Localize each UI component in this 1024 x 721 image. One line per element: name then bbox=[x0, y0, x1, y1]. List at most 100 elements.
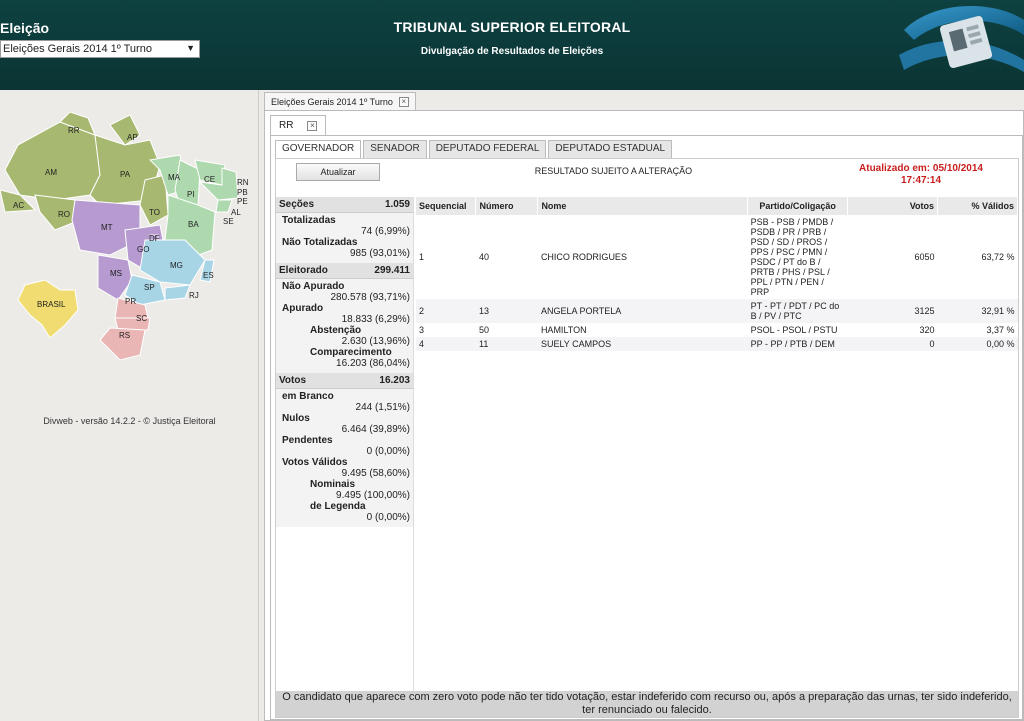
brasil-label: BRASIL bbox=[37, 300, 66, 309]
col-votos[interactable]: Votos bbox=[847, 197, 939, 215]
version-info: Divweb - versão 14.2.2 - © Justiça Eleit… bbox=[43, 416, 216, 426]
eleitorado-body: Não Apurado 280.578 (93,71%) Apurado 18.… bbox=[276, 279, 413, 373]
cell-votes: 0 bbox=[847, 337, 938, 351]
brazil-map[interactable]: RR AP AM PA MA CE RN PB PE AL SE PI AC R… bbox=[0, 100, 259, 450]
cell-votes: 6050 bbox=[914, 252, 935, 262]
state-am[interactable] bbox=[4, 121, 101, 201]
svg-text:GO: GO bbox=[137, 245, 149, 254]
svg-text:MG: MG bbox=[170, 261, 183, 270]
tab-deputado-estadual[interactable]: DEPUTADO ESTADUAL bbox=[548, 140, 673, 158]
tab-election[interactable]: Eleições Gerais 2014 1º Turno × bbox=[264, 92, 416, 110]
svg-text:MT: MT bbox=[101, 223, 113, 232]
apurado-label: Apurado bbox=[282, 303, 324, 314]
svg-text:AC: AC bbox=[13, 201, 24, 210]
cell-party: PSOL - PSOL / PSTU bbox=[750, 325, 838, 335]
page-subtitle: Divulgação de Resultados de Eleições bbox=[420, 46, 604, 57]
updated-time: 17:47:14 bbox=[900, 175, 942, 186]
close-icon[interactable]: × bbox=[307, 120, 318, 131]
table-row[interactable]: 1 40 CHICO RODRIGUES PSB - PSB / PMDB / … bbox=[416, 215, 1018, 299]
cell-seq: 2 bbox=[416, 299, 476, 323]
pendentes-label: Pendentes bbox=[282, 435, 333, 446]
svg-text:PB: PB bbox=[237, 188, 248, 197]
svg-text:PA: PA bbox=[120, 170, 131, 179]
validos-label: Votos Válidos bbox=[282, 457, 348, 468]
tab-state-label: RR bbox=[279, 120, 294, 131]
tab-governador[interactable]: GOVERNADOR bbox=[275, 140, 362, 158]
col-sequencial[interactable]: Sequencial bbox=[416, 197, 477, 215]
nao-apurado-label: Não Apurado bbox=[282, 281, 345, 292]
nulos-label: Nulos bbox=[282, 413, 310, 424]
state-rj[interactable] bbox=[164, 284, 191, 301]
cell-num: 11 bbox=[475, 337, 538, 351]
table-row[interactable]: 2 13 ANGELA PORTELA PT - PT / PDT / PC d… bbox=[416, 299, 1018, 323]
cell-seq: 3 bbox=[419, 325, 425, 335]
status-notice: RESULTADO SUJEITO A ALTERAÇÃO bbox=[534, 166, 693, 176]
table-header-row: Sequencial Número Nome Partido/Coligação… bbox=[416, 197, 1018, 215]
cell-num: 50 bbox=[478, 325, 489, 335]
results-table-wrap: Sequencial Número Nome Partido/Coligação… bbox=[416, 197, 1018, 351]
svg-text:ES: ES bbox=[203, 271, 214, 280]
col-pct-validos[interactable]: % Válidos bbox=[937, 197, 1018, 215]
cell-name: SUELY CAMPOS bbox=[537, 337, 748, 351]
cell-name: ANGELA PORTELA bbox=[537, 299, 748, 323]
brasil-button[interactable] bbox=[17, 279, 79, 339]
nulos-value: 6.464 (39,89%) bbox=[341, 424, 410, 435]
svg-text:MS: MS bbox=[110, 269, 122, 278]
svg-text:SP: SP bbox=[144, 283, 155, 292]
totalizadas-value: 74 (6,99%) bbox=[361, 226, 410, 237]
svg-text:BA: BA bbox=[188, 220, 199, 229]
header: Eleição Eleições Gerais 2014 1º Turno ▼ … bbox=[0, 0, 1024, 90]
left-panel: RR AP AM PA MA CE RN PB PE AL SE PI AC R… bbox=[0, 90, 259, 721]
svg-text:DF: DF bbox=[149, 234, 160, 243]
ballot-box-logo-icon bbox=[894, 0, 1024, 90]
nao-totalizadas-value: 985 (93,01%) bbox=[349, 248, 410, 259]
svg-text:SC: SC bbox=[136, 314, 147, 323]
cell-party: PP - PP / PTB / DEM bbox=[747, 337, 848, 351]
main-area: Eleições Gerais 2014 1º Turno × RR × GOV… bbox=[260, 90, 1024, 721]
pendentes-value: 0 (0,00%) bbox=[366, 446, 410, 457]
cell-votes: 320 bbox=[919, 325, 935, 335]
tab-deputado-federal[interactable]: DEPUTADO FEDERAL bbox=[428, 140, 547, 158]
svg-text:AL: AL bbox=[231, 208, 241, 217]
nao-totalizadas-label: Não Totalizadas bbox=[282, 237, 358, 248]
validos-value: 9.495 (58,60%) bbox=[341, 468, 410, 479]
comparecimento-value: 16.203 (86,04%) bbox=[336, 358, 410, 369]
page-title: TRIBUNAL SUPERIOR ELEITORAL bbox=[393, 19, 631, 35]
table-row[interactable]: 3 50 HAMILTON PSOL - PSOL / PSTU 320 3,3… bbox=[416, 323, 1018, 337]
close-icon[interactable]: × bbox=[398, 96, 409, 107]
cell-num: 40 bbox=[478, 252, 489, 262]
table-row[interactable]: 4 11 SUELY CAMPOS PP - PP / PTB / DEM 0 … bbox=[416, 337, 1018, 351]
stats-panel: Seções 1.059 Totalizadas 74 (6,99%) Não … bbox=[276, 197, 414, 697]
comparecimento-label: Comparecimento bbox=[310, 347, 392, 358]
cell-pct: 0,00 % bbox=[937, 337, 1018, 351]
col-nome[interactable]: Nome bbox=[537, 197, 749, 215]
cell-name: CHICO RODRIGUES bbox=[540, 252, 627, 262]
eleitorado-header: Eleitorado 299.411 bbox=[276, 263, 413, 279]
svg-text:RN: RN bbox=[237, 178, 249, 187]
branco-value: 244 (1,51%) bbox=[355, 402, 410, 413]
svg-text:SE: SE bbox=[223, 217, 234, 226]
votos-value: 16.203 bbox=[379, 375, 410, 386]
svg-text:RR: RR bbox=[68, 126, 80, 135]
results-table: Sequencial Número Nome Partido/Coligação… bbox=[416, 197, 1018, 351]
svg-text:PI: PI bbox=[187, 190, 195, 199]
tab-senador[interactable]: SENADOR bbox=[363, 140, 427, 158]
election-panel: RR × GOVERNADOR SENADOR DEPUTADO FEDERAL… bbox=[264, 110, 1024, 721]
refresh-button[interactable]: Atualizar bbox=[296, 163, 380, 181]
state-al-se[interactable] bbox=[215, 199, 233, 213]
col-partido[interactable]: Partido/Coligação bbox=[747, 197, 849, 215]
state-panel: GOVERNADOR SENADOR DEPUTADO FEDERAL DEPU… bbox=[270, 135, 1023, 720]
svg-text:RS: RS bbox=[119, 331, 130, 340]
cell-seq: 1 bbox=[419, 252, 425, 262]
updated-timestamp: Atualizado em: 05/10/2014 17:47:14 bbox=[846, 163, 996, 187]
secoes-value: 1.059 bbox=[384, 199, 410, 210]
col-numero[interactable]: Número bbox=[475, 197, 539, 215]
svg-text:RJ: RJ bbox=[189, 291, 199, 300]
tab-state-rr[interactable]: RR × bbox=[270, 115, 327, 135]
secoes-header: Seções 1.059 bbox=[276, 197, 413, 213]
tab-election-label: Eleições Gerais 2014 1º Turno bbox=[271, 96, 393, 107]
cell-pct: 3,37 % bbox=[986, 325, 1015, 335]
legenda-value: 0 (0,00%) bbox=[366, 512, 410, 523]
svg-text:PE: PE bbox=[237, 197, 248, 206]
svg-text:PR: PR bbox=[125, 297, 136, 306]
